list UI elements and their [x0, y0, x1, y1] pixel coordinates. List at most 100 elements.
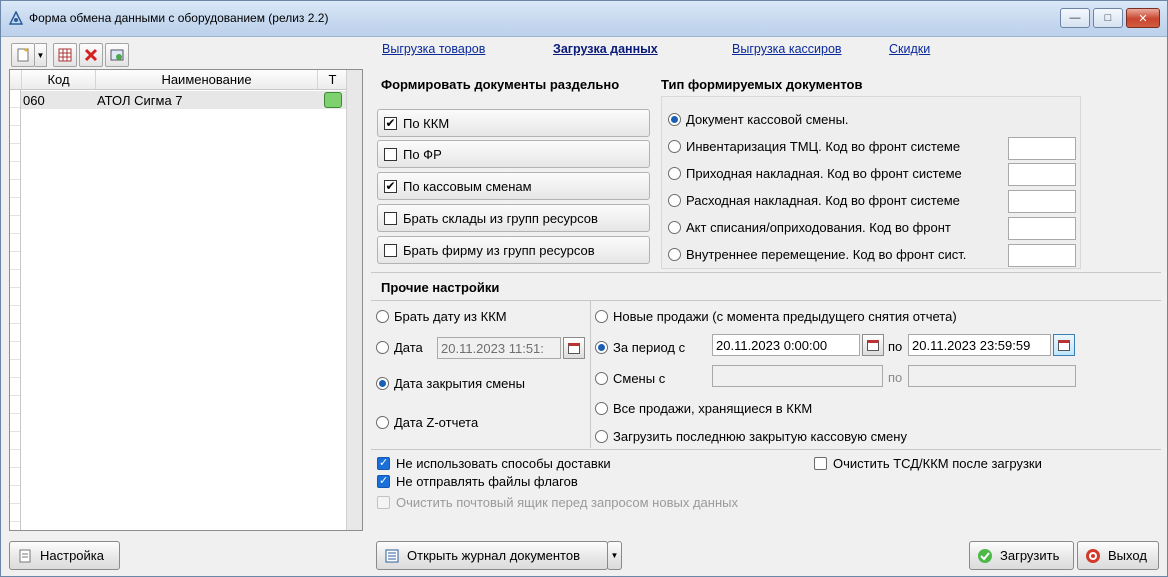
by-fr-toggle[interactable]: По ФР: [377, 140, 650, 168]
by-shift-check: ✔: [384, 178, 397, 193]
window-title: Форма обмена данными с оборудованием (ре…: [29, 11, 329, 25]
no-delivery-methods-checkbox[interactable]: Не использовать способы доставки: [377, 456, 611, 471]
period-from-input[interactable]: 20.11.2023 0:00:00: [712, 334, 860, 356]
new-dropdown-button[interactable]: ▼: [35, 43, 47, 67]
tab-export-cashiers[interactable]: Выгрузка кассиров: [732, 42, 842, 56]
open-journal-button[interactable]: Открыть журнал документов: [376, 541, 608, 570]
column-name[interactable]: Наименование: [96, 70, 318, 89]
settings-icon: [16, 548, 34, 564]
shift-close-date-option[interactable]: Дата закрытия смены: [376, 376, 525, 391]
no-flag-files-check: [377, 474, 390, 488]
all-sales-option[interactable]: Все продажи, хранящиеся в ККМ: [595, 401, 812, 416]
calendar-icon: [867, 339, 879, 351]
dropdown-icon: ▼: [36, 50, 45, 60]
close-button[interactable]: ✕: [1126, 8, 1160, 28]
period-to-calendar-button[interactable]: [1053, 334, 1075, 356]
period-option[interactable]: За период с: [595, 340, 685, 355]
table-button[interactable]: [53, 43, 77, 67]
period-to-input[interactable]: 20.11.2023 23:59:59: [908, 334, 1051, 356]
column-t[interactable]: Т: [318, 70, 348, 89]
doc-type-transfer[interactable]: Внутреннее перемещение. Код во фронт сис…: [668, 247, 966, 262]
no-flag-files-checkbox[interactable]: Не отправлять файлы флагов: [377, 474, 578, 489]
status-flag-icon: [323, 92, 342, 108]
by-kkm-toggle[interactable]: ✔ По ККМ: [377, 109, 650, 137]
close-icon: ✕: [1138, 12, 1148, 25]
exit-icon: [1084, 548, 1102, 564]
firm-from-groups-toggle[interactable]: Брать фирму из групп ресурсов: [377, 236, 650, 264]
date-from-kkm-label: Брать дату из ККМ: [394, 309, 507, 324]
maximize-button[interactable]: □: [1093, 8, 1123, 28]
no-flag-files-label: Не отправлять файлы флагов: [396, 474, 578, 489]
doc-type-incoming-radio: [668, 167, 681, 180]
firm-from-groups-label: Брать фирму из групп ресурсов: [403, 242, 595, 258]
clear-tsd-checkbox[interactable]: Очистить ТСД/ККМ после загрузки: [814, 456, 1042, 471]
writeoff-code-input[interactable]: [1008, 217, 1076, 240]
date-input[interactable]: 20.11.2023 11:51:: [437, 337, 561, 359]
doc-type-shift-radio: [668, 113, 681, 126]
new-button[interactable]: [11, 43, 35, 67]
minimize-button[interactable]: —: [1060, 8, 1090, 28]
divider: [371, 272, 1161, 273]
doc-type-inventory-radio: [668, 140, 681, 153]
date-option[interactable]: Дата: [376, 340, 423, 355]
date-calendar-button[interactable]: [563, 337, 585, 359]
period-label: За период с: [613, 340, 686, 355]
new-icon: [17, 48, 29, 62]
tab-export-goods[interactable]: Выгрузка товаров: [382, 42, 485, 56]
doc-type-outgoing-label: Расходная накладная. Код во фронт систем…: [686, 193, 960, 208]
doc-type-shift[interactable]: Документ кассовой смены.: [668, 112, 849, 127]
outgoing-code-input[interactable]: [1008, 190, 1076, 213]
last-shift-radio: [595, 430, 608, 443]
warehouse-from-groups-toggle[interactable]: Брать склады из групп ресурсов: [377, 204, 650, 232]
date-from-kkm-radio: [376, 310, 389, 323]
calendar-icon: [568, 342, 580, 354]
shifts-option[interactable]: Смены с: [595, 371, 665, 386]
new-sales-option[interactable]: Новые продажи (с момента предыдущего сня…: [595, 309, 957, 324]
tab-load-data[interactable]: Загрузка данных: [553, 42, 658, 56]
calendar-icon: [1058, 339, 1070, 351]
by-shift-label: По кассовым сменам: [403, 178, 532, 194]
exit-button[interactable]: Выход: [1077, 541, 1159, 570]
shifts-from-input[interactable]: [712, 365, 883, 387]
load-button[interactable]: Загрузить: [969, 541, 1074, 570]
transfer-code-input[interactable]: [1008, 244, 1076, 267]
doc-type-outgoing[interactable]: Расходная накладная. Код во фронт систем…: [668, 193, 960, 208]
by-fr-check: [384, 147, 397, 161]
cell-name: АТОЛ Сигма 7: [97, 92, 183, 108]
table-row[interactable]: 060 АТОЛ Сигма 7: [21, 91, 348, 109]
last-shift-label: Загрузить последнюю закрытую кассовую см…: [613, 429, 907, 444]
delete-button[interactable]: [79, 43, 103, 67]
doc-type-incoming[interactable]: Приходная накладная. Код во фронт систем…: [668, 166, 962, 181]
column-code[interactable]: Код: [22, 70, 96, 89]
other-settings-title: Прочие настройки: [381, 280, 500, 295]
inventory-code-input[interactable]: [1008, 137, 1076, 160]
date-from-kkm-option[interactable]: Брать дату из ККМ: [376, 309, 507, 324]
title-bar: Форма обмена данными с оборудованием (ре…: [1, 1, 1167, 37]
new-sales-label: Новые продажи (с момента предыдущего сня…: [613, 309, 957, 324]
grid-corner: [10, 70, 22, 89]
table-icon: [58, 48, 72, 62]
doc-type-writeoff[interactable]: Акт списания/оприходования. Код во фронт: [668, 220, 951, 235]
grid-scrollbar[interactable]: [346, 70, 362, 530]
doc-type-inventory[interactable]: Инвентаризация ТМЦ. Код во фронт системе: [668, 139, 960, 154]
z-report-date-radio: [376, 416, 389, 429]
refresh-button[interactable]: [105, 43, 129, 67]
journal-icon: [383, 548, 401, 564]
by-fr-label: По ФР: [403, 146, 442, 162]
tab-discounts[interactable]: Скидки: [889, 42, 930, 56]
z-report-date-option[interactable]: Дата Z-отчета: [376, 415, 478, 430]
all-sales-label: Все продажи, хранящиеся в ККМ: [613, 401, 813, 416]
journal-dropdown-button[interactable]: ▼: [607, 541, 622, 570]
period-from-calendar-button[interactable]: [862, 334, 884, 356]
by-shift-toggle[interactable]: ✔ По кассовым сменам: [377, 172, 650, 200]
settings-button[interactable]: Настройка: [9, 541, 120, 570]
last-shift-option[interactable]: Загрузить последнюю закрытую кассовую см…: [595, 429, 907, 444]
doc-type-writeoff-label: Акт списания/оприходования. Код во фронт: [686, 220, 951, 235]
exit-label: Выход: [1108, 548, 1147, 563]
incoming-code-input[interactable]: [1008, 163, 1076, 186]
shifts-to-input[interactable]: [908, 365, 1076, 387]
clear-mailbox-checkbox[interactable]: Очистить почтовый ящик перед запросом но…: [377, 495, 738, 510]
shift-close-date-label: Дата закрытия смены: [394, 376, 525, 391]
load-label: Загрузить: [1000, 548, 1060, 563]
period-radio: [595, 341, 608, 354]
